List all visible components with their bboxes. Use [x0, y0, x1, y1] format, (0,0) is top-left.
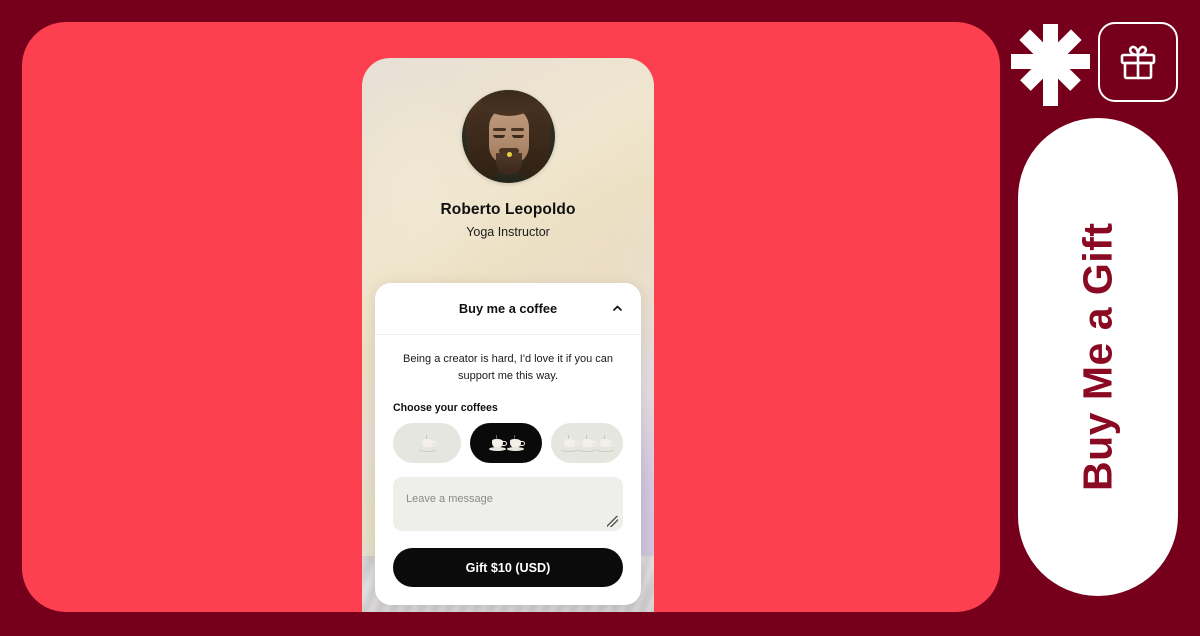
asterisk-logo-icon — [1010, 20, 1092, 108]
chevron-up-icon[interactable] — [610, 302, 624, 316]
support-widget-card: Buy me a coffee Being a creator is hard,… — [375, 283, 641, 606]
phone-screen: Roberto Leopoldo Yoga Instructor Buy me … — [362, 58, 654, 612]
widget-title: Buy me a coffee — [458, 301, 558, 316]
coffee-cup-icon — [560, 434, 579, 451]
resize-grip-icon[interactable] — [607, 516, 618, 528]
coffee-cup-icon — [506, 434, 525, 451]
message-placeholder: Leave a message — [406, 493, 493, 506]
coffee-option-2[interactable] — [470, 423, 543, 464]
widget-description: Being a creator is hard, I'd love it if … — [403, 353, 613, 383]
gift-box-icon[interactable] — [1098, 22, 1178, 102]
profile-name: Roberto Leopoldo — [440, 201, 576, 218]
avatar-brow-left — [492, 128, 506, 131]
coffee-cup-icon — [488, 434, 507, 451]
avatar-eye-left — [492, 135, 505, 138]
coffee-cup-icon — [578, 434, 597, 451]
coffee-cup-icon — [418, 434, 437, 451]
coffee-cup-icon — [596, 434, 615, 451]
buy-me-a-gift-label: Buy Me a Gift — [1074, 222, 1121, 492]
coffee-options-group — [375, 423, 641, 464]
avatar — [461, 90, 555, 183]
avatar-brow-right — [510, 128, 524, 131]
creator-profile: Roberto Leopoldo Yoga Instructor — [362, 90, 654, 239]
avatar-flower-accent — [506, 152, 512, 157]
coffee-option-1[interactable] — [393, 423, 462, 464]
message-textarea[interactable]: Leave a message — [393, 477, 623, 532]
gift-submit-button[interactable]: Gift $10 (USD) — [393, 548, 623, 588]
widget-header[interactable]: Buy me a coffee — [375, 283, 641, 335]
buy-me-a-gift-pill: Buy Me a Gift — [1018, 118, 1178, 596]
profile-role: Yoga Instructor — [466, 225, 550, 239]
coffee-option-3[interactable] — [551, 423, 624, 464]
avatar-eye-right — [511, 135, 524, 138]
promo-red-panel: Roberto Leopoldo Yoga Instructor Buy me … — [22, 22, 1000, 612]
choose-coffees-label: Choose your coffees — [393, 402, 498, 415]
phone-mockup: Roberto Leopoldo Yoga Instructor Buy me … — [362, 58, 654, 612]
